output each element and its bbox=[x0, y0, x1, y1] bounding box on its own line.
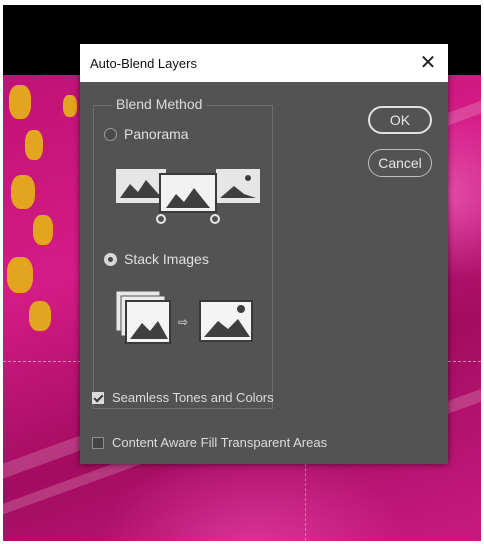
stack-images-radio[interactable]: Stack Images bbox=[104, 251, 209, 267]
content-aware-fill-label: Content Aware Fill Transparent Areas bbox=[112, 435, 328, 450]
cancel-button[interactable]: Cancel bbox=[368, 149, 432, 177]
checkbox-unchecked[interactable] bbox=[92, 436, 104, 449]
content-aware-fill-checkbox[interactable]: Content Aware Fill Transparent Areas bbox=[92, 435, 327, 450]
flower-stamen bbox=[29, 301, 51, 331]
svg-text:⇨: ⇨ bbox=[178, 315, 188, 329]
seamless-tones-checkbox[interactable]: Seamless Tones and Colors bbox=[92, 390, 274, 405]
flower-stamen bbox=[33, 215, 53, 245]
blend-method-legend: Blend Method bbox=[112, 96, 207, 112]
radio-unselected[interactable] bbox=[104, 127, 117, 141]
panorama-label: Panorama bbox=[124, 126, 189, 142]
flower-stamen bbox=[7, 257, 33, 293]
ok-button[interactable]: OK bbox=[368, 106, 432, 134]
seamless-tones-label: Seamless Tones and Colors bbox=[112, 390, 274, 405]
flower-stamen bbox=[11, 175, 35, 209]
panorama-illustration bbox=[116, 169, 260, 224]
panorama-radio[interactable]: Panorama bbox=[104, 126, 189, 142]
title-bar[interactable]: Auto-Blend Layers ✕ bbox=[80, 44, 448, 82]
close-icon[interactable]: ✕ bbox=[416, 50, 440, 74]
checkbox-checked[interactable] bbox=[92, 391, 104, 404]
flower-stamen bbox=[25, 130, 43, 160]
auto-blend-dialog: Auto-Blend Layers ✕ Blend Method Panoram… bbox=[80, 44, 448, 464]
stack-images-illustration: ⇨ bbox=[115, 290, 253, 344]
flower-stamen bbox=[63, 95, 77, 117]
flower-stamen bbox=[9, 85, 31, 119]
radio-selected[interactable] bbox=[104, 252, 117, 266]
stack-images-label: Stack Images bbox=[124, 251, 209, 267]
dialog-title: Auto-Blend Layers bbox=[90, 56, 197, 71]
